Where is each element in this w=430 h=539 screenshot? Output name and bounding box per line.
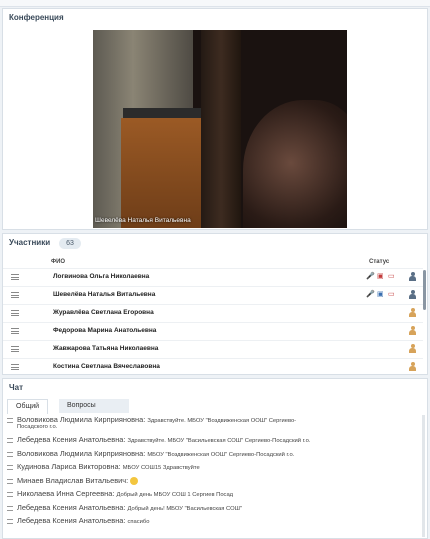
participant-name: Федорова Марина Анатольевна xyxy=(53,327,157,334)
message-text-continued: Посадского г.о. xyxy=(17,424,58,430)
chat-panel: Чат Общий Вопросы Воловикова Людмила Кир… xyxy=(2,378,428,539)
menu-icon[interactable] xyxy=(11,328,19,334)
chat-message: Лебедева Ксения Анатольевна: Здравствуйт… xyxy=(5,435,425,449)
message-author: Кудинова Лариса Викторовна: xyxy=(17,462,121,471)
menu-icon[interactable] xyxy=(11,310,19,316)
participants-scrollbar[interactable] xyxy=(423,270,426,310)
participant-name: Журавлёва Светлана Егоровна xyxy=(53,309,154,316)
column-header-fio: ФИО xyxy=(51,259,66,265)
chat-scrollbar[interactable] xyxy=(422,415,425,537)
screen-share-icon[interactable]: ▭ xyxy=(388,272,395,282)
message-author: Лебедева Ксения Анатольевна: xyxy=(17,502,126,512)
menu-icon[interactable] xyxy=(11,346,19,352)
message-icon xyxy=(7,478,13,484)
conference-panel: Конференция Шевелёва Наталья Витальевна xyxy=(2,8,428,230)
chat-message: Николаева Инна Сергеевна: Добрый день МБ… xyxy=(5,489,425,503)
participant-row[interactable]: Жавжарова Татьяна Николаевна xyxy=(3,340,423,358)
participants-panel: Участники 63 ФИО Статус Логвинова Ольга … xyxy=(2,233,428,375)
camera-on-icon[interactable]: ▣ xyxy=(377,290,384,300)
participant-row[interactable]: Костина Светлана Вячеславовна xyxy=(3,358,423,376)
tab-general[interactable]: Общий xyxy=(7,399,49,414)
camera-off-icon[interactable]: ▣ xyxy=(377,272,384,282)
user-avatar-icon xyxy=(408,362,417,372)
message-author: Минаев Владислав Витальевич: xyxy=(17,475,129,485)
message-icon xyxy=(7,492,13,497)
message-text: спасибо xyxy=(127,519,150,525)
message-author: Лебедева Ксения Анатольевна: xyxy=(17,435,126,444)
screen-share-icon[interactable]: ▭ xyxy=(388,290,395,300)
participant-row[interactable]: Журавлёва Светлана Егоровна xyxy=(3,304,423,322)
message-icon xyxy=(7,465,13,470)
video-stream[interactable]: Шевелёва Наталья Витальевна xyxy=(93,30,347,228)
message-icon xyxy=(7,505,13,511)
message-text: Добрый день МБОУ СОШ 1 Сергиев Посад xyxy=(116,492,234,498)
message-text: Здравствуйте. МБОУ "Воздвиженская ООШ" С… xyxy=(147,418,297,424)
chat-message: Воловикова Людмила Кирприяновна: МБОУ "В… xyxy=(5,449,425,463)
video-cabinet xyxy=(121,118,213,228)
chat-messages: Воловикова Людмила Кирприяновна: Здравст… xyxy=(5,415,425,530)
participants-list: Логвинова Ольга Николаевна 🎤 ▣ ▭ Шевелёв… xyxy=(3,268,423,376)
menu-icon[interactable] xyxy=(11,364,19,370)
video-curtain xyxy=(201,30,241,228)
chat-message: Кудинова Лариса Викторовна: МБОУ СОШ15 З… xyxy=(5,462,425,476)
menu-icon[interactable] xyxy=(11,274,19,280)
participant-name: Жавжарова Татьяна Николаевна xyxy=(53,345,159,352)
chat-message: Лебедева Ксения Анатольевна: спасибо xyxy=(5,516,425,530)
user-avatar-icon xyxy=(408,290,417,300)
user-avatar-icon xyxy=(408,326,417,336)
user-avatar-icon xyxy=(408,344,417,354)
video-shelf xyxy=(123,108,209,118)
message-icon xyxy=(7,519,13,524)
chat-title: Чат xyxy=(9,383,23,392)
user-avatar-icon xyxy=(408,308,417,318)
user-avatar-icon xyxy=(408,272,417,282)
chat-message: Лебедева Ксения Анатольевна: Добрый день… xyxy=(5,503,425,517)
participant-row[interactable]: Логвинова Ольга Николаевна 🎤 ▣ ▭ xyxy=(3,268,423,286)
message-text: Здравствуйте. МБОУ "Васильевская СОШ" Се… xyxy=(127,438,311,444)
top-bar xyxy=(0,0,430,7)
smiley-icon xyxy=(130,476,139,485)
message-icon xyxy=(7,438,13,443)
participants-count-badge: 63 xyxy=(59,238,81,249)
participant-name: Логвинова Ольга Николаевна xyxy=(53,273,150,280)
chat-message: Воловикова Людмила Кирприяновна: Здравст… xyxy=(5,415,425,435)
message-author: Воловикова Людмила Кирприяновна: xyxy=(17,415,146,424)
column-header-status: Статус xyxy=(369,259,390,265)
chat-message: Минаев Владислав Витальевич: xyxy=(5,476,425,490)
mic-off-icon[interactable]: 🎤 xyxy=(366,272,375,282)
participants-title: Участники xyxy=(9,238,51,247)
message-icon xyxy=(7,418,13,423)
participant-row[interactable]: Шевелёва Наталья Витальевна 🎤 ▣ ▭ xyxy=(3,286,423,304)
conference-title: Конференция xyxy=(9,13,64,22)
message-author: Лебедева Ксения Анатольевна: xyxy=(17,516,126,525)
menu-icon[interactable] xyxy=(11,292,19,298)
message-icon xyxy=(7,451,13,457)
message-text: МБОУ "Воздвиженская ООШ" Сергиево-Посадс… xyxy=(147,451,295,458)
message-author: Воловикова Людмила Кирприяновна: xyxy=(17,448,146,458)
participant-row[interactable]: Федорова Марина Анатольевна xyxy=(3,322,423,340)
video-caption: Шевелёва Наталья Витальевна xyxy=(95,217,191,224)
participant-name: Костина Светлана Вячеславовна xyxy=(53,363,160,370)
tab-questions[interactable]: Вопросы xyxy=(59,399,129,413)
message-author: Николаева Инна Сергеевна: xyxy=(17,489,115,498)
mic-on-icon[interactable]: 🎤 xyxy=(366,290,375,300)
message-text: МБОУ СОШ15 Здравствуйте xyxy=(122,465,200,471)
participant-name: Шевелёва Наталья Витальевна xyxy=(53,291,156,298)
message-text: Добрый день! МБОУ "Васильевская СОШ" xyxy=(127,505,242,512)
video-person xyxy=(243,100,347,228)
